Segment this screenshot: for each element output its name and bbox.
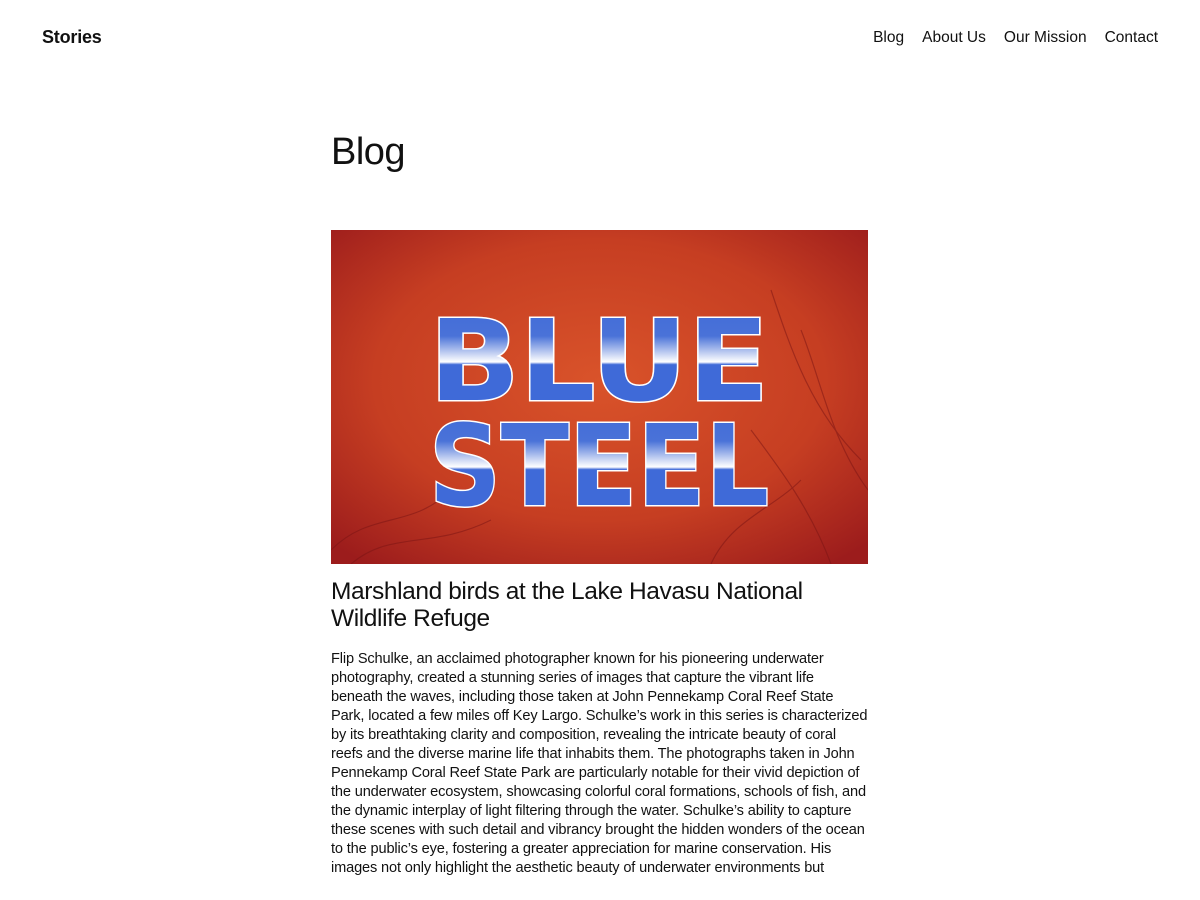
post-title[interactable]: Marshland birds at the Lake Havasu Natio… (331, 578, 868, 632)
nav-blog[interactable]: Blog (873, 29, 904, 47)
post-title-link[interactable]: Marshland birds at the Lake Havasu Natio… (331, 578, 803, 632)
nav-our-mission[interactable]: Our Mission (1004, 29, 1087, 47)
site-title[interactable]: Stories (42, 27, 102, 48)
logo-text-steel: STEEL (429, 402, 769, 532)
page-title: Blog (331, 131, 406, 173)
nav-contact[interactable]: Contact (1105, 29, 1158, 47)
main-navigation: Blog About Us Our Mission Contact (873, 29, 1158, 47)
post-featured-image[interactable]: BLUE STEEL (331, 230, 868, 564)
nav-about-us[interactable]: About Us (922, 29, 986, 47)
post-excerpt: Flip Schulke, an acclaimed photographer … (331, 651, 868, 876)
